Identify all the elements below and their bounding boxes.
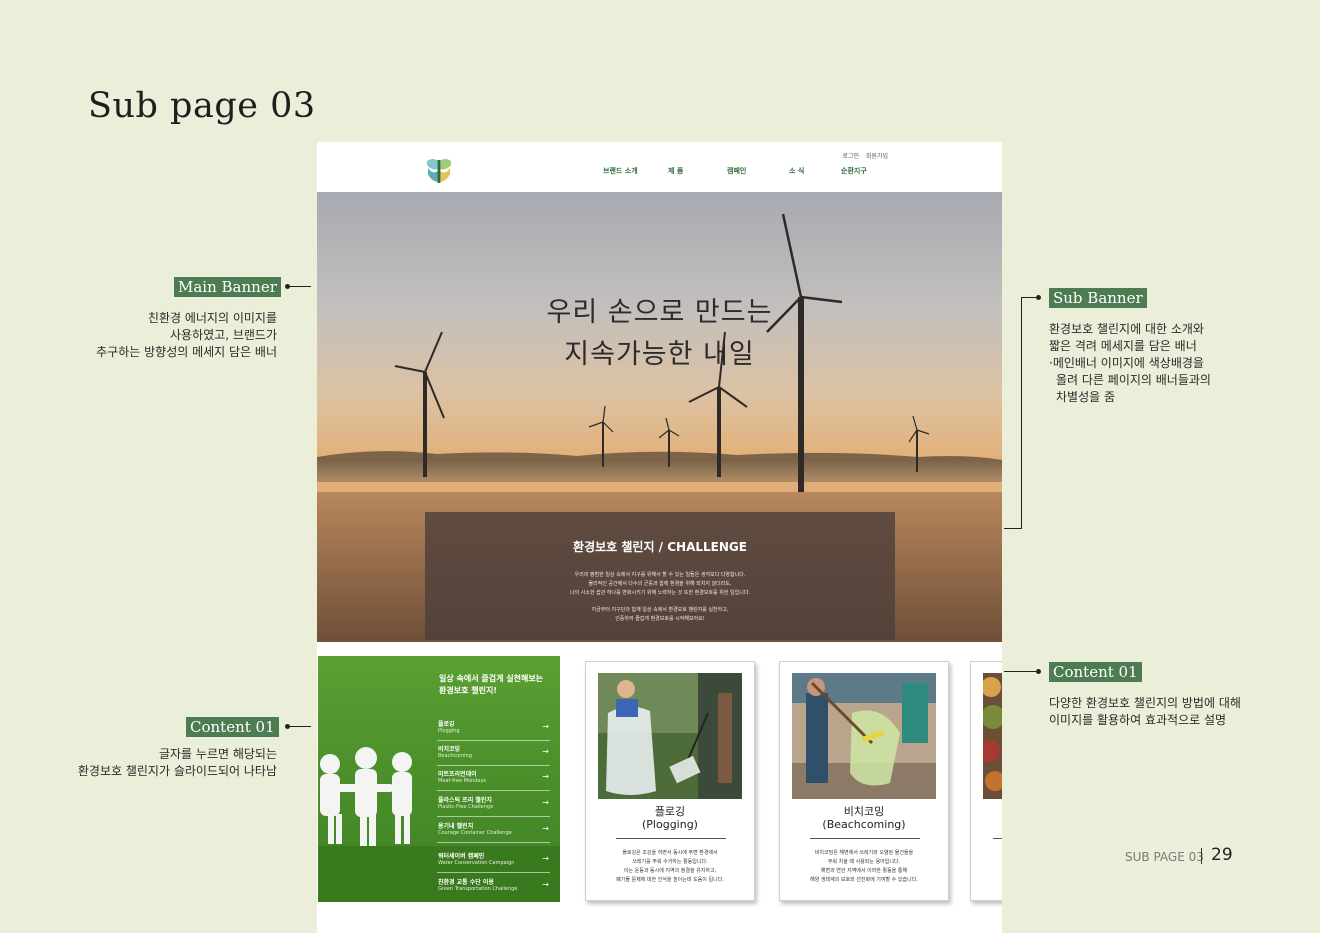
challenge-card-partial[interactable]	[970, 661, 1002, 901]
arrow-right-icon: →	[542, 854, 549, 863]
annotation-text-content-right: 다양한 환경보호 챌린지의 방법에 대해 이미지를 활용하여 효과적으로 설명	[1049, 696, 1241, 727]
annotation-connector	[290, 726, 311, 727]
main-banner: 우리 손으로 만드는 지속가능한 내일 환경보호 챌린지 / CHALLENGE…	[317, 192, 1002, 642]
challenge-menu-item-plogging[interactable]: 플로깅 Plogging →	[437, 716, 550, 741]
challenge-menu-item-container[interactable]: 용기내 챌린지 Courage Container Challenge →	[437, 818, 550, 843]
sub-banner-title: 환경보호 챌린지 / CHALLENGE	[573, 540, 747, 554]
arrow-right-icon: →	[542, 880, 549, 889]
utility-menu: 로그인 회원가입	[837, 151, 888, 160]
sub-banner-text: 지금부터 지구단과 함께 일상 속에서 환경보호 챌린지를 실천하고,	[591, 607, 729, 613]
card-description: 플로깅은 조깅을 하면서 동시에 주변 환경에서	[622, 850, 718, 856]
card-description: 주워 치울 때 사용되는 용어입니다.	[827, 859, 901, 865]
food-photo	[983, 673, 1002, 799]
challenge-card-beachcoming[interactable]: 비치코밍 (Beachcoming) 비치코밍은 해변에서 쓰레기와 오염된 물…	[779, 661, 949, 901]
annotation-text-main-banner: 친환경 에너지의 이미지를 사용하였고, 브랜드가 추구하는 방향성의 메세지 …	[96, 311, 277, 359]
annotation-text-content-left: 글자를 누르면 해당되는 환경보호 챌린지가 슬라이드되어 나타남	[77, 747, 277, 778]
sub-banner-text: 인증하여 즐겁게 환경보호를 시작해보아요!	[615, 616, 705, 622]
annotation-tag-content-left: Content 01	[186, 717, 279, 737]
arrow-right-icon: →	[542, 798, 549, 807]
card-description: 해양 생태계의 보호와 선진화에 기여할 수 있습니다.	[810, 877, 918, 883]
challenge-menu-panel: 일상 속에서 즐겁게 실천해보는 환경보호 챌린지! 플로깅 Plogging …	[318, 656, 560, 902]
annotation-connector	[1004, 671, 1036, 672]
arrow-right-icon: →	[542, 747, 549, 756]
annotation-connector	[1021, 297, 1022, 529]
annotation-tag-content-right: Content 01	[1049, 662, 1142, 682]
card-description: 폐기물 문제에 대한 인식을 높이는데 도움이 됩니다.	[616, 877, 724, 883]
card-description: 이는 운동과 동시에 지역의 청결을 유지하고,	[623, 868, 717, 874]
challenge-menu-item-meat-free[interactable]: 미트프리먼데이 Meat-free Mondays →	[437, 766, 550, 791]
card-description: 비치코밍은 해변에서 쓰레기와 오염된 물건들을	[814, 850, 914, 856]
page-number: 29	[1211, 845, 1233, 865]
nav-news[interactable]: 소 식	[789, 166, 804, 176]
sub-banner-text: 물리적인 공간에서 다수의 군중과 함께 환경을 위해 외치지 않더라도,	[588, 581, 732, 587]
card-description: 해변과 연안 지역에서 이러한 활동을 통해	[820, 868, 908, 874]
sub-banner-text: 나의 사소한 습관 하나를 변화시키기 위해 노력하는 것 또한 환경보호를 위…	[569, 590, 751, 596]
nav-brand[interactable]: 브랜드 소개	[603, 166, 638, 176]
nav-products[interactable]: 제 품	[668, 166, 683, 176]
challenge-menu-item-green-transport[interactable]: 친환경 교통 수단 이용 Green Transportation Challe…	[437, 874, 550, 899]
brand-logo-icon[interactable]	[424, 155, 454, 185]
banner-title-line2: 지속가능한 내일	[564, 339, 755, 370]
beachcoming-photo	[792, 673, 936, 799]
site-header: 로그인 회원가입 브랜드 소개 제 품 캠페인 소 식 순환지구	[317, 142, 1002, 192]
annotation-dot	[1036, 669, 1041, 674]
divider	[810, 838, 920, 839]
website-mockup: 로그인 회원가입 브랜드 소개 제 품 캠페인 소 식 순환지구 우리 손으로 …	[317, 142, 1002, 933]
sub-banner: 환경보호 챌린지 / CHALLENGE 우리의 평범한 일상 속에서 지구를 …	[425, 512, 895, 640]
page-title: Sub page 03	[88, 86, 316, 126]
challenge-panel-title: 일상 속에서 즐겁게 실천해보는 환경보호 챌린지!	[439, 674, 544, 695]
challenge-card-plogging[interactable]: 플로깅 (Plogging) 플로깅은 조깅을 하면서 동시에 주변 환경에서 …	[585, 661, 755, 901]
annotation-tag-main-banner: Main Banner	[174, 277, 281, 297]
join-link[interactable]: 회원가입	[866, 153, 888, 160]
login-link[interactable]: 로그인	[842, 153, 859, 160]
plogging-photo	[598, 673, 742, 799]
annotation-connector	[1021, 297, 1036, 298]
nav-campaign[interactable]: 캠페인	[727, 166, 746, 176]
challenge-menu-item-beachcoming[interactable]: 비치코밍 Beachcoming →	[437, 741, 550, 766]
annotation-text-sub-banner: 환경보호 챌린지에 대한 소개와 짧은 격려 메세지를 담은 배너 ·메인배너 …	[1049, 322, 1211, 404]
annotation-tag-sub-banner: Sub Banner	[1049, 288, 1147, 308]
card-title: 비치코밍 (Beachcoming)	[822, 805, 906, 831]
nav-circular-earth[interactable]: 순환지구	[841, 166, 867, 176]
footer-divider	[1201, 848, 1202, 864]
annotation-dot	[1036, 295, 1041, 300]
annotation-connector	[1004, 528, 1022, 529]
annotation-connector	[290, 286, 311, 287]
divider	[993, 838, 1002, 839]
banner-title-line1: 우리 손으로 만드는	[546, 297, 773, 328]
footer-label: SUB PAGE 03	[1125, 850, 1204, 864]
arrow-right-icon: →	[542, 772, 549, 781]
divider	[616, 838, 726, 839]
card-description: 쓰레기를 주워 수거하는 활동입니다.	[632, 859, 708, 865]
sub-banner-text: 우리의 평범한 일상 속에서 지구를 위해서 할 수 있는 일들은 생각보다 다…	[574, 572, 746, 578]
card-title: 플로깅 (Plogging)	[642, 805, 698, 831]
challenge-menu-item-plastic-free[interactable]: 플라스틱 프리 챌린지 Plastic-Free Challenge →	[437, 792, 550, 817]
content-section: 일상 속에서 즐겁게 실천해보는 환경보호 챌린지! 플로깅 Plogging …	[317, 642, 1002, 933]
arrow-right-icon: →	[542, 722, 549, 731]
challenge-menu-item-water-saver[interactable]: 워터세이버 캠페인 Water Conservation Campaign →	[437, 848, 550, 873]
arrow-right-icon: →	[542, 824, 549, 833]
